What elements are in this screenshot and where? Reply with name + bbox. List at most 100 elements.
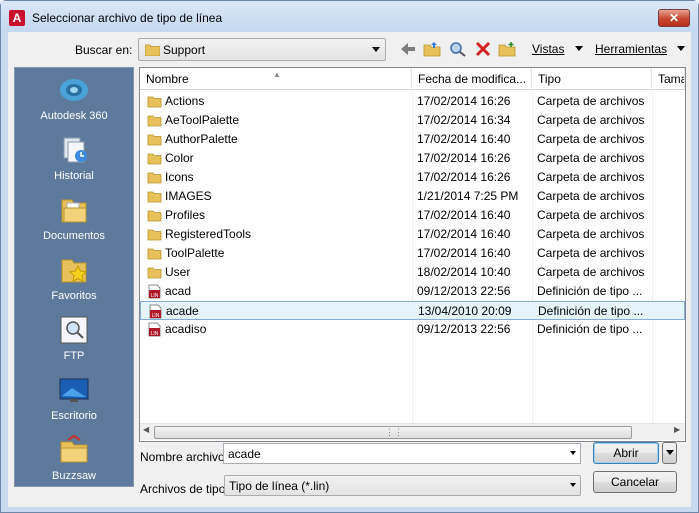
file-date: 17/02/2014 16:40 xyxy=(417,246,511,260)
chevron-down-icon xyxy=(666,450,674,455)
open-options-button[interactable] xyxy=(662,442,677,464)
ftp-icon xyxy=(60,316,88,344)
folder-icon xyxy=(147,208,162,223)
place-label: Autodesk 360 xyxy=(40,110,108,122)
file-date: 13/04/2010 20:09 xyxy=(418,304,512,318)
file-row[interactable]: User 18/02/2014 10:40 Carpeta de archivos xyxy=(140,263,685,282)
file-date: 1/21/2014 7:25 PM xyxy=(417,189,519,203)
place-label: Historial xyxy=(54,170,94,182)
close-button[interactable]: ✕ xyxy=(658,9,690,27)
scroll-right-icon[interactable]: ▶ xyxy=(674,425,680,434)
file-name: Profiles xyxy=(165,208,206,222)
column-header-size[interactable]: Tama xyxy=(652,68,685,90)
folder-icon xyxy=(147,227,162,242)
filetype-label: Archivos de tipo: xyxy=(140,482,229,496)
file-row[interactable]: LIN acade 13/04/2010 20:09 Definición de ti… xyxy=(140,301,685,320)
filename-input[interactable]: acade xyxy=(223,443,581,464)
linetype-file-icon: LIN xyxy=(147,322,162,337)
file-type: Carpeta de archivos xyxy=(537,132,645,146)
chevron-down-icon[interactable] xyxy=(570,451,576,455)
place-label: Documentos xyxy=(43,230,105,242)
file-row[interactable]: Color 17/02/2014 16:26 Carpeta de archivos xyxy=(140,149,685,168)
dialog-title: Seleccionar archivo de tipo de línea xyxy=(32,11,223,25)
dialog-body: Buscar en: Support Vistas Herramientas A… xyxy=(8,32,691,507)
file-date: 17/02/2014 16:40 xyxy=(417,208,511,222)
scroll-left-icon[interactable]: ◀ xyxy=(143,425,149,434)
filetype-dropdown[interactable]: Tipo de línea (*.lin) xyxy=(224,475,581,496)
file-row[interactable]: LIN acad 09/12/2013 22:56 Definición de tip… xyxy=(140,282,685,301)
title-bar[interactable]: A Seleccionar archivo de tipo de línea ✕ xyxy=(1,1,698,33)
file-type: Carpeta de archivos xyxy=(537,246,645,260)
file-date: 09/12/2013 22:56 xyxy=(417,284,511,298)
place-documents[interactable]: Documentos xyxy=(15,190,133,250)
horizontal-scrollbar[interactable]: ◀ ⋮⋮ ▶ xyxy=(140,423,685,440)
file-date: 17/02/2014 16:26 xyxy=(417,170,511,184)
svg-text:LIN: LIN xyxy=(151,293,159,299)
file-name: AuthorPalette xyxy=(165,132,238,146)
tools-menu[interactable]: Herramientas xyxy=(595,42,667,56)
column-header-date[interactable]: Fecha de modifica... xyxy=(412,68,532,90)
file-name: acadiso xyxy=(165,322,207,336)
back-arrow-icon[interactable] xyxy=(399,41,417,57)
file-name: ToolPalette xyxy=(165,246,225,260)
folder-icon xyxy=(147,246,162,261)
file-row[interactable]: Icons 17/02/2014 16:26 Carpeta de archivos xyxy=(140,168,685,187)
folder-icon xyxy=(147,265,162,280)
place-favorites[interactable]: Favoritos xyxy=(15,250,133,310)
file-name: RegisteredTools xyxy=(165,227,252,241)
new-folder-icon[interactable] xyxy=(498,41,516,57)
place-history[interactable]: Historial xyxy=(15,130,133,190)
cancel-button[interactable]: Cancelar xyxy=(593,471,677,493)
place-label: Escritorio xyxy=(51,410,97,422)
cloud-icon xyxy=(60,79,88,101)
folder-icon xyxy=(147,94,162,109)
file-row[interactable]: Actions 17/02/2014 16:26 Carpeta de archiv… xyxy=(140,92,685,111)
lookin-value: Support xyxy=(163,43,206,57)
file-type: Definición de tipo ... xyxy=(538,304,644,318)
file-row[interactable]: LIN acadiso 09/12/2013 22:56 Definición de … xyxy=(140,320,685,339)
scrollbar-thumb[interactable]: ⋮⋮ xyxy=(154,426,632,439)
up-folder-icon[interactable] xyxy=(423,41,441,57)
favorites-icon xyxy=(61,259,88,283)
file-name: Actions xyxy=(165,94,205,108)
tools-chevron-down-icon[interactable] xyxy=(677,46,685,51)
place-ftp[interactable]: FTP xyxy=(15,310,133,370)
linetype-file-icon: LIN xyxy=(148,304,163,319)
file-type: Carpeta de archivos xyxy=(537,189,645,203)
folder-icon xyxy=(147,151,162,166)
file-row[interactable]: IMAGES 1/21/2014 7:25 PM Carpeta de archiv… xyxy=(140,187,685,206)
linetype-file-icon: LIN xyxy=(147,284,162,299)
file-date: 09/12/2013 22:56 xyxy=(417,322,511,336)
delete-icon[interactable] xyxy=(474,41,492,57)
file-row[interactable]: AuthorPalette 17/02/2014 16:40 Carpeta de … xyxy=(140,130,685,149)
sort-ascending-icon: ▲ xyxy=(273,70,281,79)
place-label: FTP xyxy=(63,350,85,362)
filename-value: acade xyxy=(228,447,261,461)
open-button[interactable]: Abrir xyxy=(593,442,659,464)
file-row[interactable]: RegisteredTools 17/02/2014 16:40 Carpeta d… xyxy=(140,225,685,244)
place-autodesk-360[interactable]: Autodesk 360 xyxy=(15,70,133,130)
column-header-type[interactable]: Tipo xyxy=(532,68,652,90)
dialog-window: A Seleccionar archivo de tipo de línea ✕… xyxy=(0,0,699,513)
file-row[interactable]: Profiles 17/02/2014 16:40 Carpeta de archi… xyxy=(140,206,685,225)
file-type: Carpeta de archivos xyxy=(537,113,645,127)
folder-icon xyxy=(147,113,162,128)
file-list[interactable]: Nombre ▲ Fecha de modifica... Tipo Tama … xyxy=(139,67,686,442)
views-chevron-down-icon[interactable] xyxy=(575,46,583,51)
folder-icon xyxy=(147,132,162,147)
views-menu[interactable]: Vistas xyxy=(532,42,564,56)
place-buzzsaw[interactable]: Buzzsaw xyxy=(15,430,133,490)
folder-icon xyxy=(147,170,162,185)
file-name: AeToolPalette xyxy=(165,113,240,127)
chevron-down-icon xyxy=(372,47,380,52)
file-name: User xyxy=(165,265,191,279)
chevron-down-icon xyxy=(570,483,576,487)
file-name: acad xyxy=(165,284,192,298)
file-row[interactable]: AeToolPalette 17/02/2014 16:34 Carpeta de … xyxy=(140,111,685,130)
buzzsaw-icon xyxy=(60,434,88,463)
file-type: Carpeta de archivos xyxy=(537,94,645,108)
place-desktop[interactable]: Escritorio xyxy=(15,370,133,430)
search-web-icon[interactable] xyxy=(449,41,467,57)
lookin-dropdown[interactable]: Support xyxy=(138,38,386,61)
file-row[interactable]: ToolPalette 17/02/2014 16:40 Carpeta de ar… xyxy=(140,244,685,263)
